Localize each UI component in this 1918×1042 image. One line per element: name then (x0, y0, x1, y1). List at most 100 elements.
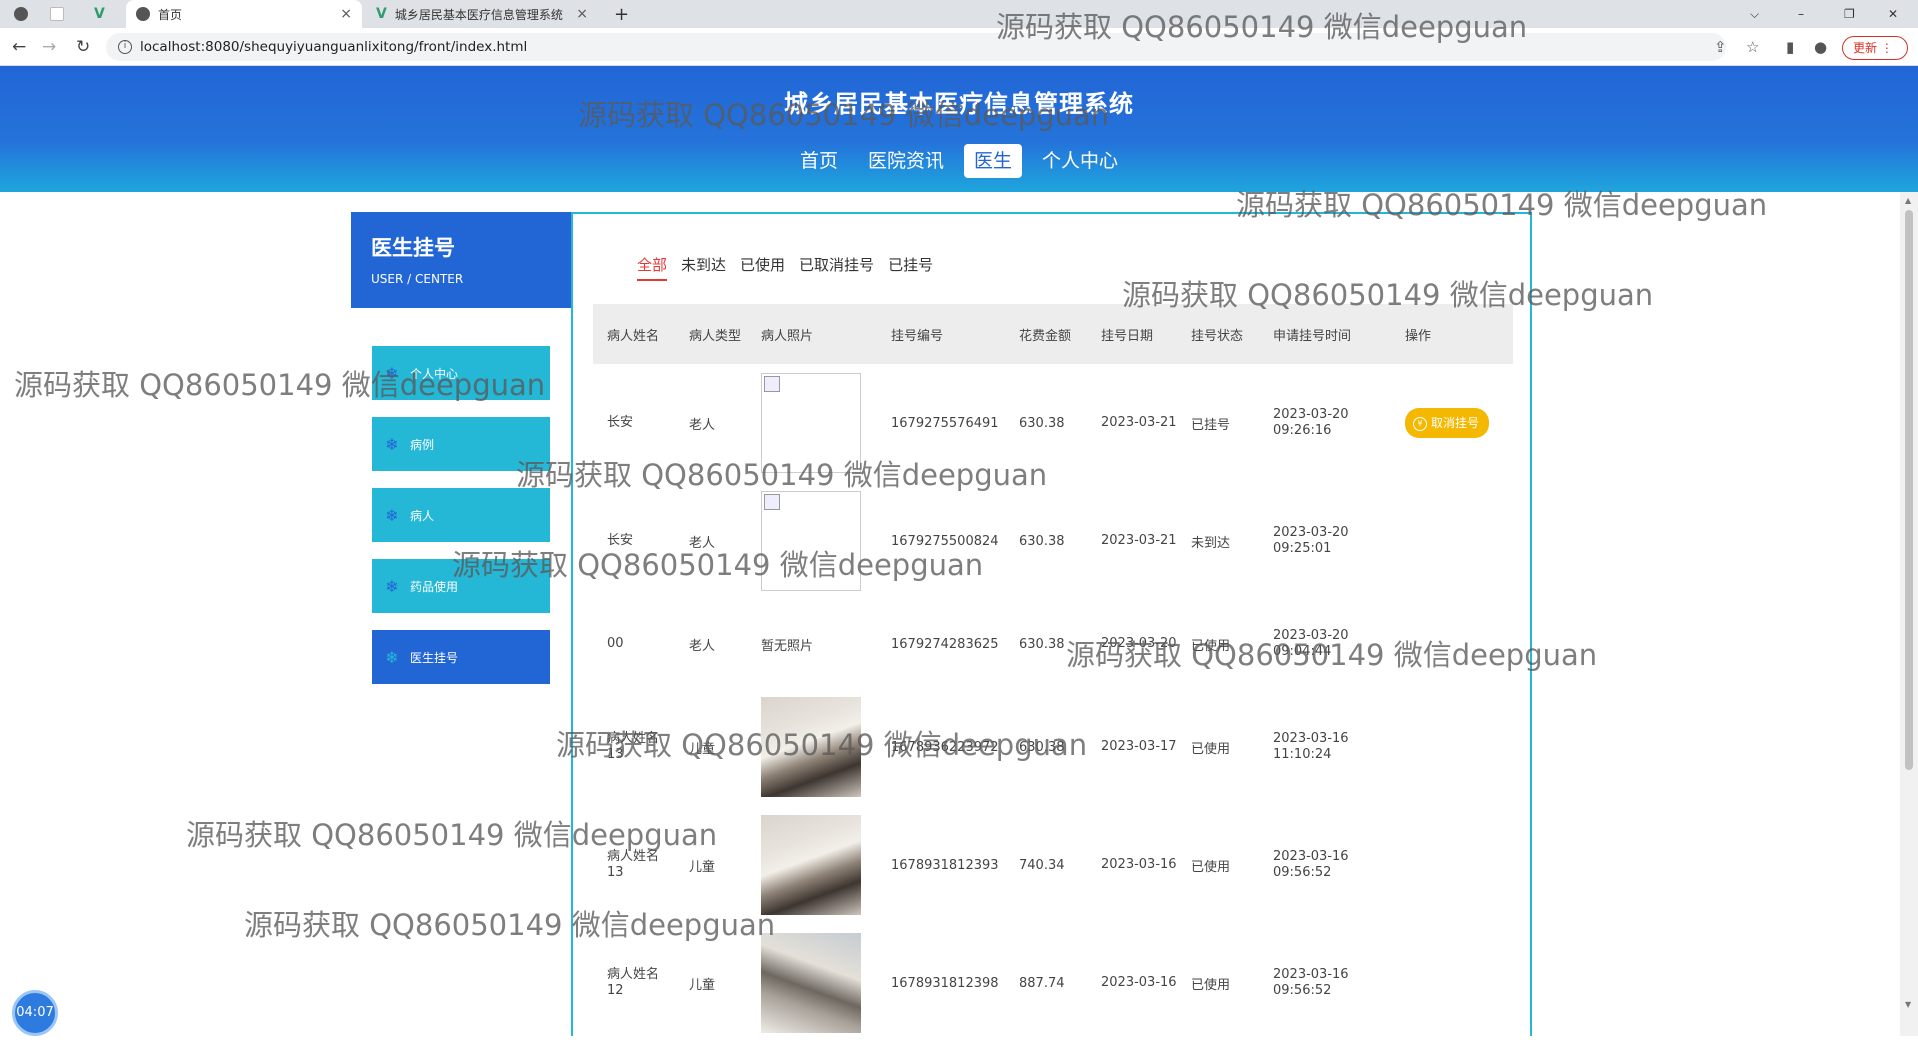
star-icon[interactable]: ☆ (1746, 38, 1759, 56)
cell-name: 病人姓名13 (607, 849, 660, 880)
cell-fee: 887.74 (1019, 975, 1065, 991)
cell-date: 2023-03-17 (1101, 739, 1177, 754)
cell-name: 长安 (607, 533, 634, 548)
snowflake-icon: ❄ (385, 647, 399, 667)
snowflake-icon: ❄ (385, 576, 399, 596)
sidebar-subtitle: USER / CENTER (371, 272, 464, 286)
filter-cancelled[interactable]: 已取消挂号 (799, 254, 874, 281)
patient-photo (761, 697, 861, 797)
browser-tab-strip: V 首页 × V 城乡居民基本医疗信息管理系统 × + ⌵ – ❐ ✕ (0, 0, 1918, 28)
main-nav: 首页 医院资讯 医生 个人中心 (0, 144, 1918, 178)
pinned-tab-2[interactable] (50, 0, 80, 28)
col-fee: 花费金额 (1019, 328, 1072, 344)
cell-status: 已使用 (1191, 977, 1231, 993)
cell-time: 2023-03-20 09:25:01 (1273, 525, 1349, 556)
share-icon[interactable]: ⇪ (1714, 38, 1727, 56)
sidebar-item-label: 病人 (410, 508, 435, 523)
sidebar-title: 医生挂号 (371, 236, 455, 260)
new-tab-button[interactable]: + (614, 0, 629, 28)
close-tab-icon[interactable]: × (576, 6, 588, 22)
cell-no: 1679275500824 (891, 533, 999, 549)
table-row: 病人姓名12 儿童 1678931812398 887.74 2023-03-16 已使用… (593, 924, 1513, 1042)
col-action: 操作 (1405, 328, 1432, 344)
scroll-thumb[interactable] (1905, 210, 1913, 770)
site-header: 城乡居民基本医疗信息管理系统 首页 医院资讯 医生 个人中心 (0, 66, 1918, 192)
sidebar-header: 医生挂号 USER / CENTER (351, 212, 571, 308)
cell-type: 老人 (689, 535, 716, 551)
cell-time: 2023-03-20 09:26:16 (1273, 407, 1349, 438)
page-scrollbar[interactable]: ▲ ▼ (1900, 192, 1918, 1036)
scroll-down-icon[interactable]: ▼ (1905, 1000, 1911, 1009)
timer-badge[interactable]: 04:07 (12, 990, 58, 1036)
sidebar-item-label: 个人中心 (410, 366, 459, 381)
sidebar-item-label: 药品使用 (410, 579, 459, 594)
nav-user-center[interactable]: 个人中心 (1032, 144, 1128, 178)
filter-used[interactable]: 已使用 (740, 254, 785, 281)
cell-date: 2023-03-21 (1101, 533, 1177, 548)
update-label: 更新 (1853, 41, 1878, 55)
site-info-icon[interactable]: i (118, 40, 132, 54)
cell-fee: 630.38 (1019, 533, 1065, 549)
cell-photo (747, 933, 877, 1033)
cell-photo (747, 373, 877, 473)
table-row: 长安 老人 1679275500824 630.38 2023-03-21 未到达 2023… (593, 482, 1513, 600)
tab-home[interactable]: 首页 × (126, 0, 362, 28)
snowflake-icon: ❄ (385, 434, 399, 454)
cell-name: 病人姓名12 (607, 967, 660, 998)
cell-name: 长安 (607, 415, 634, 430)
col-apply-time: 申请挂号时间 (1273, 328, 1352, 344)
cell-name: 00 (607, 636, 624, 651)
pinned-tab-3[interactable]: V (94, 0, 124, 28)
tab-system[interactable]: V 城乡居民基本医疗信息管理系统 × (366, 0, 598, 28)
cell-photo (747, 697, 877, 797)
cell-time: 2023-03-16 11:10:24 (1273, 731, 1349, 762)
table-body: 长安 老人 1679275576491 630.38 2023-03-21 已挂号 2023… (593, 364, 1513, 1042)
close-window-button[interactable]: ✕ (1888, 0, 1898, 28)
cell-fee: 630.38 (1019, 415, 1065, 431)
cell-no: 1678936223972 (891, 739, 999, 755)
forward-icon[interactable]: → (42, 37, 56, 57)
update-button[interactable]: 更新 ⋮ (1842, 36, 1908, 60)
cell-status: 已使用 (1191, 741, 1231, 757)
cell-status: 已使用 (1191, 638, 1231, 654)
cell-fee: 630.38 (1019, 636, 1065, 652)
nav-doctor[interactable]: 医生 (964, 144, 1023, 178)
close-tab-icon[interactable]: × (340, 6, 352, 22)
patient-photo (761, 933, 861, 1033)
reload-icon[interactable]: ↻ (76, 37, 90, 57)
site-title: 城乡居民基本医疗信息管理系统 (784, 90, 1134, 118)
col-type: 病人类型 (689, 328, 742, 344)
cell-time: 2023-03-16 09:56:52 (1273, 967, 1349, 998)
sidebar-item-patients[interactable]: ❄ 病人 (372, 488, 550, 542)
nav-home[interactable]: 首页 (790, 144, 848, 178)
sidebar-item-medicine[interactable]: ❄ 药品使用 (372, 559, 550, 613)
nav-news[interactable]: 医院资讯 (858, 144, 954, 178)
back-icon[interactable]: ← (12, 37, 26, 57)
pinned-tab-1[interactable] (14, 0, 44, 28)
snowflake-icon: ❄ (385, 505, 399, 525)
coin-icon: ¥ (1413, 416, 1427, 431)
minimize-button[interactable]: – (1798, 0, 1804, 28)
scroll-up-icon[interactable]: ▲ (1905, 196, 1911, 205)
filter-all[interactable]: 全部 (637, 254, 668, 281)
snowflake-icon: ❄ (385, 363, 399, 383)
table-row: 长安 老人 1679275576491 630.38 2023-03-21 已挂号 2023… (593, 364, 1513, 482)
cell-name: 病人姓名13 (607, 731, 660, 762)
broken-image-icon (764, 494, 780, 510)
tab-label: 城乡居民基本医疗信息管理系统 (394, 7, 563, 22)
restore-button[interactable]: ❐ (1844, 0, 1855, 28)
page-icon (50, 7, 64, 21)
url-field[interactable]: i localhost:8080/shequyiyuanguanlixitong… (106, 33, 1726, 61)
cell-photo: 暂无照片 (747, 635, 877, 654)
sidebar-item-registration[interactable]: ❄ 医生挂号 (372, 630, 550, 684)
sidebar-item-cases[interactable]: ❄ 病例 (372, 417, 550, 471)
sidebar-item-user-center[interactable]: ❄ 个人中心 (372, 346, 550, 400)
cancel-registration-button[interactable]: ¥ 取消挂号 (1405, 408, 1490, 438)
filter-not-arrived[interactable]: 未到达 (681, 254, 726, 281)
filter-registered[interactable]: 已挂号 (888, 254, 933, 281)
sidepanel-icon[interactable]: ▮ (1786, 38, 1794, 56)
cell-no: 1678931812398 (891, 975, 999, 991)
cell-status: 已使用 (1191, 859, 1231, 875)
profile-icon[interactable]: ● (1814, 38, 1827, 56)
tab-search-icon[interactable]: ⌵ (1750, 0, 1759, 28)
